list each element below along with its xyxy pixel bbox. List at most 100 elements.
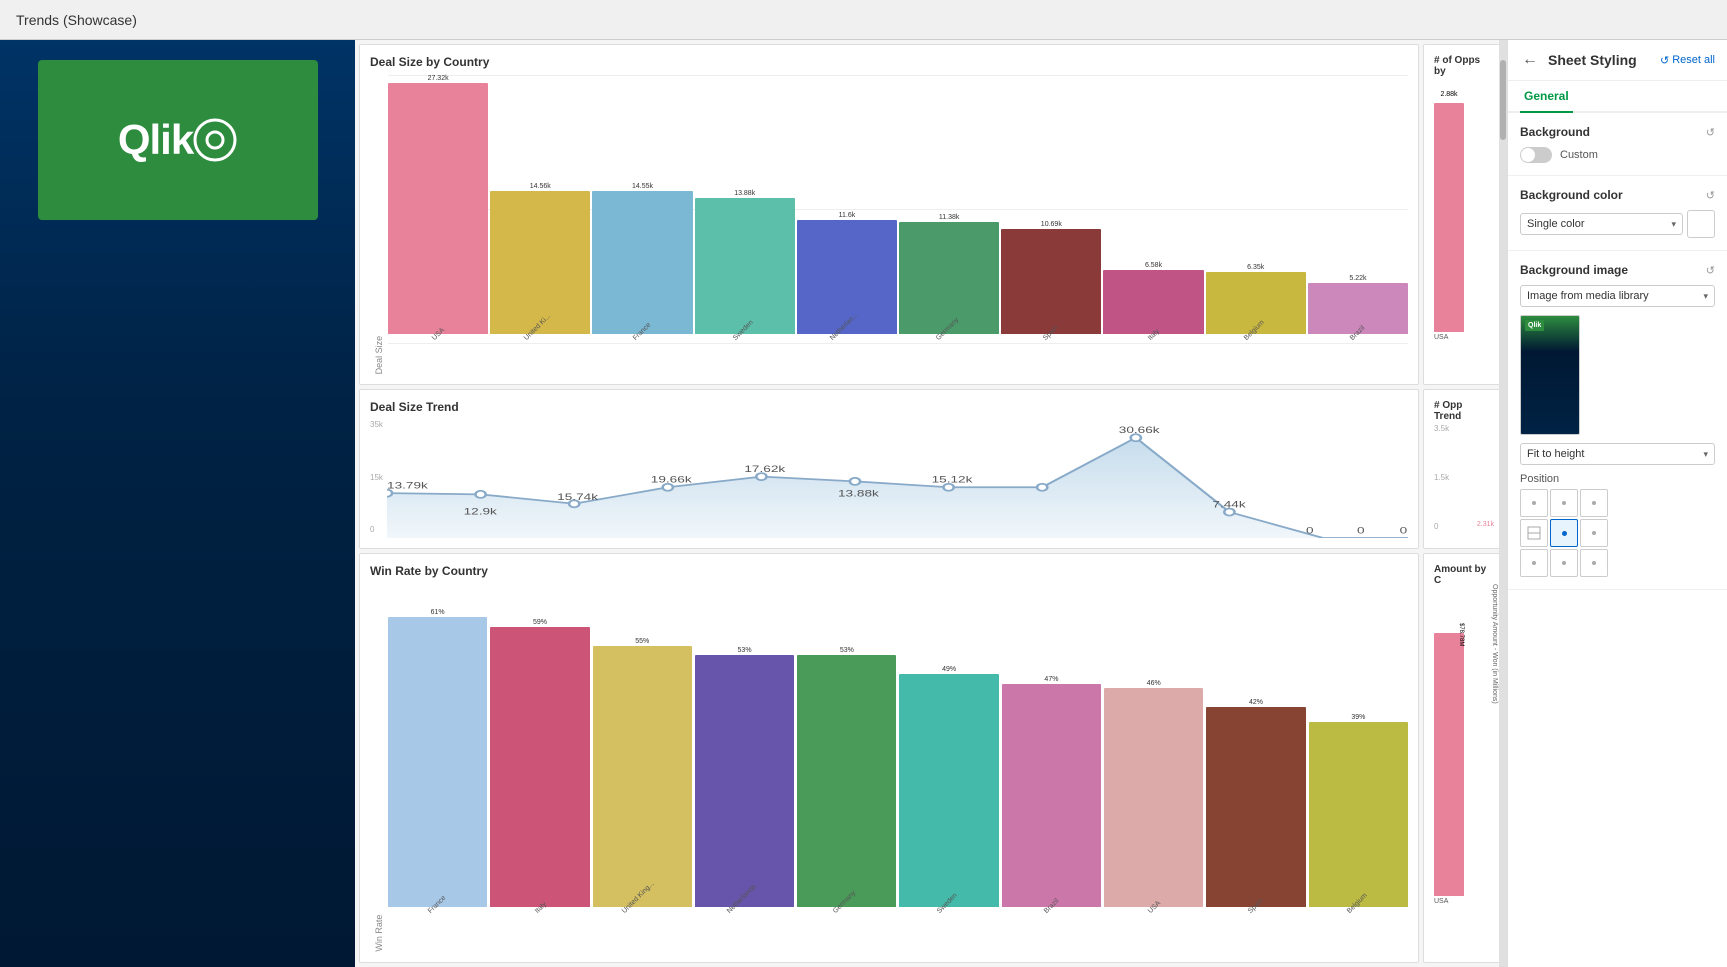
background-section-header: Background ↺ <box>1520 125 1715 139</box>
deal-bar-group: 6.58kItaly <box>1103 75 1203 344</box>
win-bar-value: 61% <box>431 609 445 616</box>
win-bar-value: 46% <box>1147 680 1161 687</box>
thumb-logo: Qlik <box>1525 320 1544 331</box>
opps-title: # of Opps by <box>1434 55 1492 77</box>
win-bar-rect <box>899 674 998 907</box>
toggle-knob <box>1521 148 1535 162</box>
win-bar-rect <box>797 655 896 907</box>
center-content: Deal Size by Country Deal Size <box>355 40 1507 967</box>
win-bar-rect <box>695 655 794 907</box>
svg-text:7.44k: 7.44k <box>1212 500 1245 510</box>
logo-box: Qlik <box>38 60 318 220</box>
bg-color-row: Single color ▾ <box>1520 210 1715 238</box>
win-bar-group: 53%Netherlands <box>695 584 794 917</box>
deal-size-bars: 27.32kUSA14.56kUnited Ki...14.55kFrance1… <box>388 75 1408 344</box>
bg-image-section-header: Background image ↺ <box>1520 263 1715 277</box>
win-bar-group: 61%France <box>388 584 487 917</box>
win-bar-value: 53% <box>840 647 854 654</box>
trend-svg: 13.79k 12.9k 15.74k 19.66k 17.62k 13.88k… <box>387 420 1408 538</box>
deal-bar-group: 27.32kUSA <box>388 75 488 344</box>
svg-text:30.66k: 30.66k <box>1119 425 1160 435</box>
bar-value-label: 6.35k <box>1247 264 1264 271</box>
chart-title-trend: Deal Size Trend <box>370 400 1408 414</box>
win-bar-group: 55%United King... <box>593 584 692 917</box>
svg-text:19.66k: 19.66k <box>651 475 692 485</box>
bg-color-section-header: Background color ↺ <box>1520 188 1715 202</box>
svg-text:0: 0 <box>1399 526 1407 536</box>
svg-text:12.9k: 12.9k <box>463 507 496 517</box>
svg-text:13.88k: 13.88k <box>838 489 879 499</box>
top-bar: Trends (Showcase) <box>0 0 1727 40</box>
reset-label: Reset all <box>1672 54 1715 66</box>
y-axis-label-deal: Deal Size <box>370 75 388 374</box>
bar-value-label: 27.32k <box>428 75 449 82</box>
win-rate-bars: 61%France59%Italy55%United King...53%Net… <box>388 584 1408 952</box>
panel-tabs: General <box>1508 81 1727 113</box>
svg-text:0: 0 <box>1306 526 1314 536</box>
background-section: Background ↺ Custom <box>1508 113 1727 176</box>
custom-label: Custom <box>1560 149 1598 161</box>
win-bar-value: 53% <box>738 647 752 654</box>
win-rate-chart: Win Rate by Country Win Rate 61%France59… <box>359 553 1419 963</box>
background-image-section: Background image ↺ Image from media libr… <box>1508 251 1727 590</box>
position-top-right[interactable] <box>1580 489 1608 517</box>
position-bottom-left[interactable] <box>1520 549 1548 577</box>
fit-label: Fit to height <box>1527 448 1584 460</box>
deal-size-by-country-chart: Deal Size by Country Deal Size <box>359 44 1419 385</box>
win-bar-rect <box>1309 722 1408 907</box>
position-middle-center[interactable] <box>1550 519 1578 547</box>
bar-value-label: 10.69k <box>1041 221 1062 228</box>
color-type-dropdown[interactable]: Single color ▾ <box>1520 213 1683 235</box>
position-top-center[interactable] <box>1550 489 1578 517</box>
tab-general[interactable]: General <box>1520 81 1573 113</box>
custom-toggle[interactable] <box>1520 147 1552 163</box>
win-bar-group: 59%Italy <box>490 584 589 917</box>
win-bar-group: 39%Belgium <box>1309 584 1408 917</box>
win-bar-rect <box>1002 684 1101 907</box>
fit-dropdown-arrow: ▾ <box>1703 449 1708 460</box>
chart-title-deal-size: Deal Size by Country <box>370 55 1408 69</box>
position-top-left[interactable] <box>1520 489 1548 517</box>
bar-rect <box>592 191 692 334</box>
win-bar-value: 42% <box>1249 699 1263 706</box>
panel-header: ← Sheet Styling ↺ Reset all <box>1508 40 1727 81</box>
win-bar-value: 39% <box>1351 714 1365 721</box>
reset-all-button[interactable]: ↺ Reset all <box>1660 54 1715 67</box>
bg-image-title: Background image <box>1520 263 1628 277</box>
win-bar-value: 55% <box>635 638 649 645</box>
win-bar-rect <box>1206 707 1305 907</box>
win-bar-group: 53%Germany <box>797 584 896 917</box>
position-bottom-right[interactable] <box>1580 549 1608 577</box>
opp-trend-title: # Opp Trend <box>1434 400 1492 422</box>
color-swatch[interactable] <box>1687 210 1715 238</box>
color-type-label: Single color <box>1527 218 1584 230</box>
fit-dropdown[interactable]: Fit to height ▾ <box>1520 443 1715 465</box>
bar-rect <box>388 83 488 334</box>
background-reset[interactable]: ↺ <box>1706 126 1715 139</box>
win-bar-rect <box>490 627 589 907</box>
position-middle-left[interactable] <box>1520 519 1548 547</box>
win-bar-rect <box>388 617 487 907</box>
image-thumbnail[interactable]: Qlik <box>1520 315 1580 435</box>
background-color-section: Background color ↺ Single color ▾ <box>1508 176 1727 251</box>
bg-image-reset[interactable]: ↺ <box>1706 264 1715 277</box>
image-source-dropdown[interactable]: Image from media library ▾ <box>1520 285 1715 307</box>
custom-toggle-row: Custom <box>1520 147 1715 163</box>
position-bottom-center[interactable] <box>1550 549 1578 577</box>
win-bar-group: 49%Sweden <box>899 584 998 917</box>
bar-value-label: 11.6k <box>839 212 856 219</box>
bar-value-label: 14.55k <box>632 183 653 190</box>
qlik-logo-icon <box>193 118 237 162</box>
deal-bar-group: 10.69kSpain <box>1001 75 1101 344</box>
main-area: Qlik Deal Size by Country Deal Size <box>0 40 1727 967</box>
image-source-label: Image from media library <box>1527 290 1649 302</box>
deal-bar-group: 14.55kFrance <box>592 75 692 344</box>
bg-color-reset[interactable]: ↺ <box>1706 189 1715 202</box>
back-button[interactable]: ← <box>1520 50 1540 70</box>
win-bar-group: 46%USA <box>1104 584 1203 917</box>
deal-bar-group: 13.88kSweden <box>695 75 795 344</box>
opps-by-partial: # of Opps by 2.88k USA <box>1423 44 1503 385</box>
amount-partial: Amount by C Opportunity Amount - Won (in… <box>1423 553 1503 963</box>
amount-title: Amount by C <box>1434 564 1492 586</box>
position-middle-right[interactable] <box>1580 519 1608 547</box>
